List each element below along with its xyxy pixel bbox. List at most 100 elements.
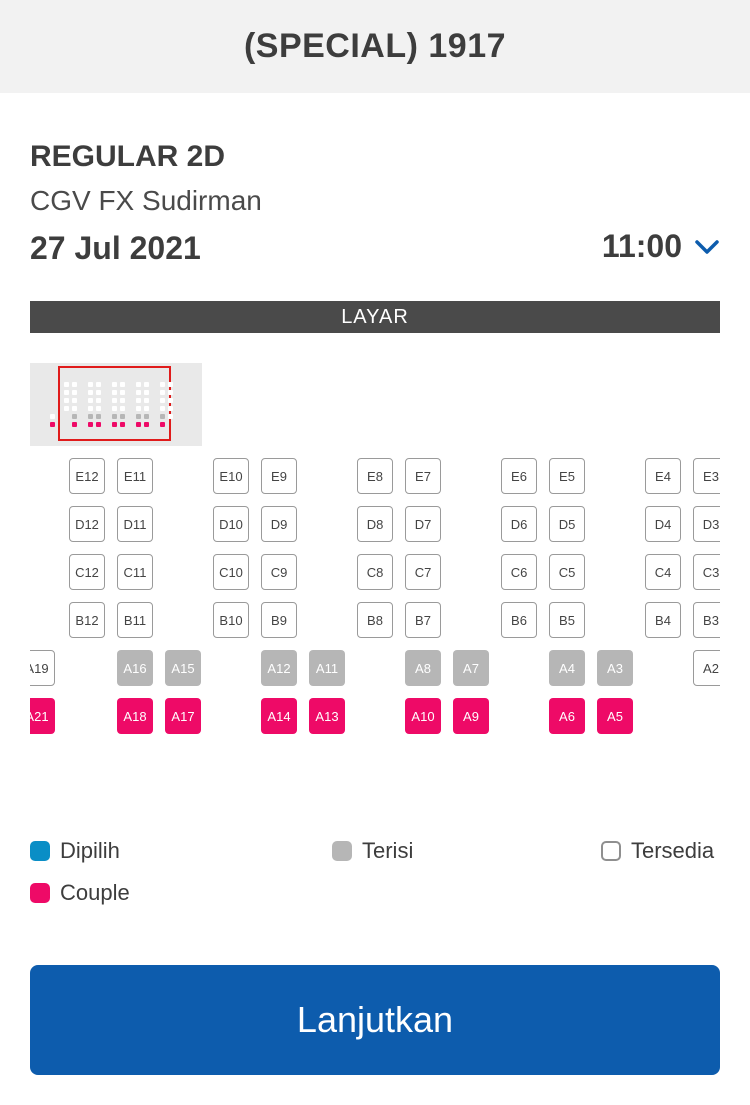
seat-a17[interactable]: A17 bbox=[165, 698, 201, 734]
minimap-seat bbox=[88, 414, 93, 419]
minimap-seat bbox=[112, 422, 117, 427]
seat-b7[interactable]: B7 bbox=[405, 602, 441, 638]
minimap-seat bbox=[72, 390, 77, 395]
minimap-seat bbox=[160, 414, 165, 419]
seat-a2[interactable]: A2 bbox=[693, 650, 720, 686]
legend-selected: Dipilih bbox=[30, 838, 120, 864]
seat-a10[interactable]: A10 bbox=[405, 698, 441, 734]
seat-a13[interactable]: A13 bbox=[309, 698, 345, 734]
seat-a16: A16 bbox=[117, 650, 153, 686]
seat-d10[interactable]: D10 bbox=[213, 506, 249, 542]
seat-d4[interactable]: D4 bbox=[645, 506, 681, 542]
minimap-seat bbox=[144, 422, 149, 427]
seat-c7[interactable]: C7 bbox=[405, 554, 441, 590]
minimap-seat bbox=[112, 390, 117, 395]
showtime-dropdown[interactable]: 11:00 bbox=[602, 228, 720, 265]
seat-a5[interactable]: A5 bbox=[597, 698, 633, 734]
seat-c6[interactable]: C6 bbox=[501, 554, 537, 590]
minimap-seat bbox=[64, 406, 69, 411]
legend-selected-label: Dipilih bbox=[60, 838, 120, 863]
seat-a9[interactable]: A9 bbox=[453, 698, 489, 734]
seat-b10[interactable]: B10 bbox=[213, 602, 249, 638]
seat-b11[interactable]: B11 bbox=[117, 602, 153, 638]
seat-c10[interactable]: C10 bbox=[213, 554, 249, 590]
minimap-seat bbox=[96, 422, 101, 427]
seat-d6[interactable]: D6 bbox=[501, 506, 537, 542]
seat-e6[interactable]: E6 bbox=[501, 458, 537, 494]
seat-a21[interactable]: A21 bbox=[30, 698, 55, 734]
seat-minimap[interactable] bbox=[30, 363, 202, 446]
minimap-seat bbox=[50, 422, 55, 427]
minimap-seat bbox=[168, 382, 173, 387]
seat-d9[interactable]: D9 bbox=[261, 506, 297, 542]
seat-a6[interactable]: A6 bbox=[549, 698, 585, 734]
seat-e3[interactable]: E3 bbox=[693, 458, 720, 494]
seat-e4[interactable]: E4 bbox=[645, 458, 681, 494]
seat-d5[interactable]: D5 bbox=[549, 506, 585, 542]
minimap-seat bbox=[160, 406, 165, 411]
selected-swatch bbox=[30, 841, 50, 861]
seat-c3[interactable]: C3 bbox=[693, 554, 720, 590]
screen-label: LAYAR bbox=[341, 305, 409, 328]
seat-b3[interactable]: B3 bbox=[693, 602, 720, 638]
seat-b12[interactable]: B12 bbox=[69, 602, 105, 638]
minimap-seat bbox=[96, 390, 101, 395]
continue-button-label: Lanjutkan bbox=[296, 999, 454, 1040]
seat-e7[interactable]: E7 bbox=[405, 458, 441, 494]
seat-c5[interactable]: C5 bbox=[549, 554, 585, 590]
seat-b4[interactable]: B4 bbox=[645, 602, 681, 638]
minimap-seat bbox=[136, 398, 141, 403]
minimap-seat bbox=[120, 422, 125, 427]
minimap-seat bbox=[136, 382, 141, 387]
taken-swatch bbox=[332, 841, 352, 861]
minimap-seat bbox=[88, 390, 93, 395]
seat-a19[interactable]: A19 bbox=[30, 650, 55, 686]
seat-c8[interactable]: C8 bbox=[357, 554, 393, 590]
minimap-seat bbox=[96, 414, 101, 419]
minimap-seat bbox=[160, 382, 165, 387]
minimap-seat bbox=[144, 390, 149, 395]
seat-b9[interactable]: B9 bbox=[261, 602, 297, 638]
minimap-seat bbox=[168, 398, 173, 403]
continue-button[interactable]: Lanjutkan bbox=[30, 965, 720, 1075]
seat-e9[interactable]: E9 bbox=[261, 458, 297, 494]
minimap-seat bbox=[136, 390, 141, 395]
seat-e12[interactable]: E12 bbox=[69, 458, 105, 494]
seat-a8: A8 bbox=[405, 650, 441, 686]
seat-c12[interactable]: C12 bbox=[69, 554, 105, 590]
minimap-seat bbox=[120, 382, 125, 387]
seat-e11[interactable]: E11 bbox=[117, 458, 153, 494]
seat-c4[interactable]: C4 bbox=[645, 554, 681, 590]
seat-a18[interactable]: A18 bbox=[117, 698, 153, 734]
minimap-viewport-frame bbox=[58, 366, 171, 441]
minimap-seat bbox=[112, 406, 117, 411]
minimap-seat bbox=[120, 414, 125, 419]
seat-map[interactable]: E12 E11 E10 E9 E8 E7 E6 E5 E4 E3 D12 D11 D10 D9 D8 D7 D6… bbox=[30, 455, 720, 745]
minimap-seat bbox=[136, 422, 141, 427]
minimap-seat bbox=[144, 382, 149, 387]
seat-e10[interactable]: E10 bbox=[213, 458, 249, 494]
seat-d8[interactable]: D8 bbox=[357, 506, 393, 542]
seat-b6[interactable]: B6 bbox=[501, 602, 537, 638]
seat-b5[interactable]: B5 bbox=[549, 602, 585, 638]
seat-e8[interactable]: E8 bbox=[357, 458, 393, 494]
seat-d7[interactable]: D7 bbox=[405, 506, 441, 542]
seat-b8[interactable]: B8 bbox=[357, 602, 393, 638]
seat-a12: A12 bbox=[261, 650, 297, 686]
seat-c9[interactable]: C9 bbox=[261, 554, 297, 590]
minimap-seat bbox=[160, 422, 165, 427]
minimap-seat bbox=[136, 406, 141, 411]
seat-a14[interactable]: A14 bbox=[261, 698, 297, 734]
seat-d3[interactable]: D3 bbox=[693, 506, 720, 542]
minimap-seat bbox=[144, 398, 149, 403]
minimap-seat bbox=[88, 422, 93, 427]
screening-format: REGULAR 2D bbox=[30, 140, 226, 173]
minimap-seat bbox=[160, 390, 165, 395]
cinema-screen-bar: LAYAR bbox=[30, 301, 720, 333]
minimap-seat bbox=[112, 414, 117, 419]
seat-c11[interactable]: C11 bbox=[117, 554, 153, 590]
seat-d11[interactable]: D11 bbox=[117, 506, 153, 542]
seat-e5[interactable]: E5 bbox=[549, 458, 585, 494]
minimap-seat bbox=[72, 382, 77, 387]
seat-d12[interactable]: D12 bbox=[69, 506, 105, 542]
